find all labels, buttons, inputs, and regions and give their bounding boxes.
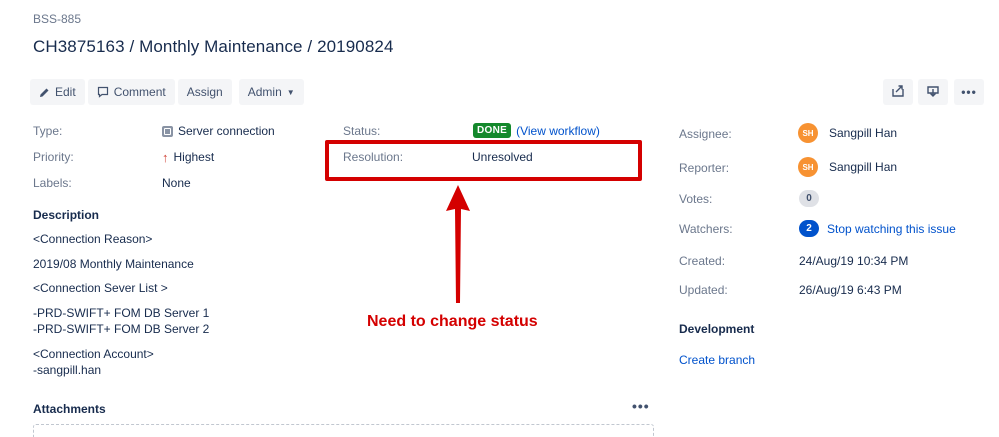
attachments-title: Attachments	[33, 402, 106, 416]
status-badge: DONE	[473, 123, 512, 138]
labels-value: None	[162, 176, 191, 190]
created-value: 24/Aug/19 10:34 PM	[799, 254, 909, 268]
priority-value: ↑ Highest	[162, 150, 214, 164]
view-workflow-link[interactable]: (View workflow)	[516, 124, 600, 138]
edit-button[interactable]: Edit	[30, 79, 85, 105]
labels-label: Labels:	[33, 176, 72, 190]
chevron-down-icon: ▼	[286, 87, 295, 97]
more-actions-button[interactable]: •••	[954, 79, 984, 105]
assign-button[interactable]: Assign	[177, 79, 232, 105]
attachments-more-icon[interactable]: •••	[632, 398, 650, 414]
description-line: <Connection Account> -sangpill.han	[33, 347, 154, 377]
priority-label: Priority:	[33, 150, 74, 164]
assign-button-label: Assign	[186, 85, 223, 99]
description-title: Description	[33, 208, 100, 222]
pencil-icon	[39, 87, 50, 98]
votes-count-badge: 0	[799, 190, 819, 207]
updated-value: 26/Aug/19 6:43 PM	[799, 283, 902, 297]
admin-dropdown-button[interactable]: Admin ▼	[238, 79, 304, 105]
arrow-up-icon: ↑	[162, 149, 169, 165]
assignee-label: Assignee:	[679, 127, 732, 141]
share-icon	[891, 84, 905, 101]
comment-button-label: Comment	[113, 85, 166, 99]
reporter-label: Reporter:	[679, 161, 730, 175]
issue-title: CH3875163 / Monthly Maintenance / 201908…	[33, 37, 394, 56]
status-label: Status:	[343, 124, 381, 138]
development-title: Development	[679, 322, 755, 336]
admin-button-label: Admin	[247, 85, 282, 99]
stop-watching-link[interactable]: Stop watching this issue	[827, 222, 956, 236]
description-line: <Connection Reason>	[33, 232, 153, 246]
export-icon	[926, 84, 940, 101]
reporter-name: Sangpill Han	[829, 160, 898, 174]
assignee-name: Sangpill Han	[829, 126, 898, 140]
created-label: Created:	[679, 254, 726, 268]
avatar: SH	[798, 123, 818, 143]
create-branch-link[interactable]: Create branch	[679, 353, 755, 367]
comment-icon	[97, 86, 109, 98]
issue-toolbar: Edit Comment Assign Admin ▼	[30, 79, 304, 105]
type-value: Server connection	[162, 124, 275, 138]
attachments-dropzone[interactable]	[33, 424, 654, 437]
more-icon: •••	[961, 85, 977, 99]
server-connection-type-icon	[162, 125, 173, 137]
type-value-text: Server connection	[178, 124, 275, 138]
type-label: Type:	[33, 124, 63, 138]
watchers-label: Watchers:	[679, 222, 733, 236]
status-value: DONE (View workflow)	[473, 123, 600, 138]
assignee-value[interactable]: SH Sangpill Han	[798, 123, 897, 143]
watchers-count-badge[interactable]: 2	[799, 220, 819, 237]
export-button[interactable]	[918, 79, 948, 105]
annotation-arrow	[446, 185, 470, 303]
watchers-value: 2 Stop watching this issue	[799, 220, 956, 237]
votes-value[interactable]: 0	[799, 190, 819, 207]
share-button[interactable]	[883, 79, 913, 105]
annotation-text: Need to change status	[367, 313, 538, 330]
edit-button-label: Edit	[55, 85, 76, 99]
comment-button[interactable]: Comment	[87, 79, 175, 105]
description-line: -PRD-SWIFT+ FOM DB Server 1 -PRD-SWIFT+ …	[33, 306, 210, 336]
updated-label: Updated:	[679, 283, 728, 297]
votes-label: Votes:	[679, 192, 713, 206]
reporter-value[interactable]: SH Sangpill Han	[798, 157, 897, 177]
annotation-highlight-box	[325, 140, 642, 181]
issue-key[interactable]: BSS-885	[33, 12, 81, 26]
description-line: <Connection Sever List >	[33, 281, 168, 295]
avatar: SH	[798, 157, 818, 177]
description-line: 2019/08 Monthly Maintenance	[33, 257, 194, 271]
priority-value-text: Highest	[173, 150, 215, 164]
